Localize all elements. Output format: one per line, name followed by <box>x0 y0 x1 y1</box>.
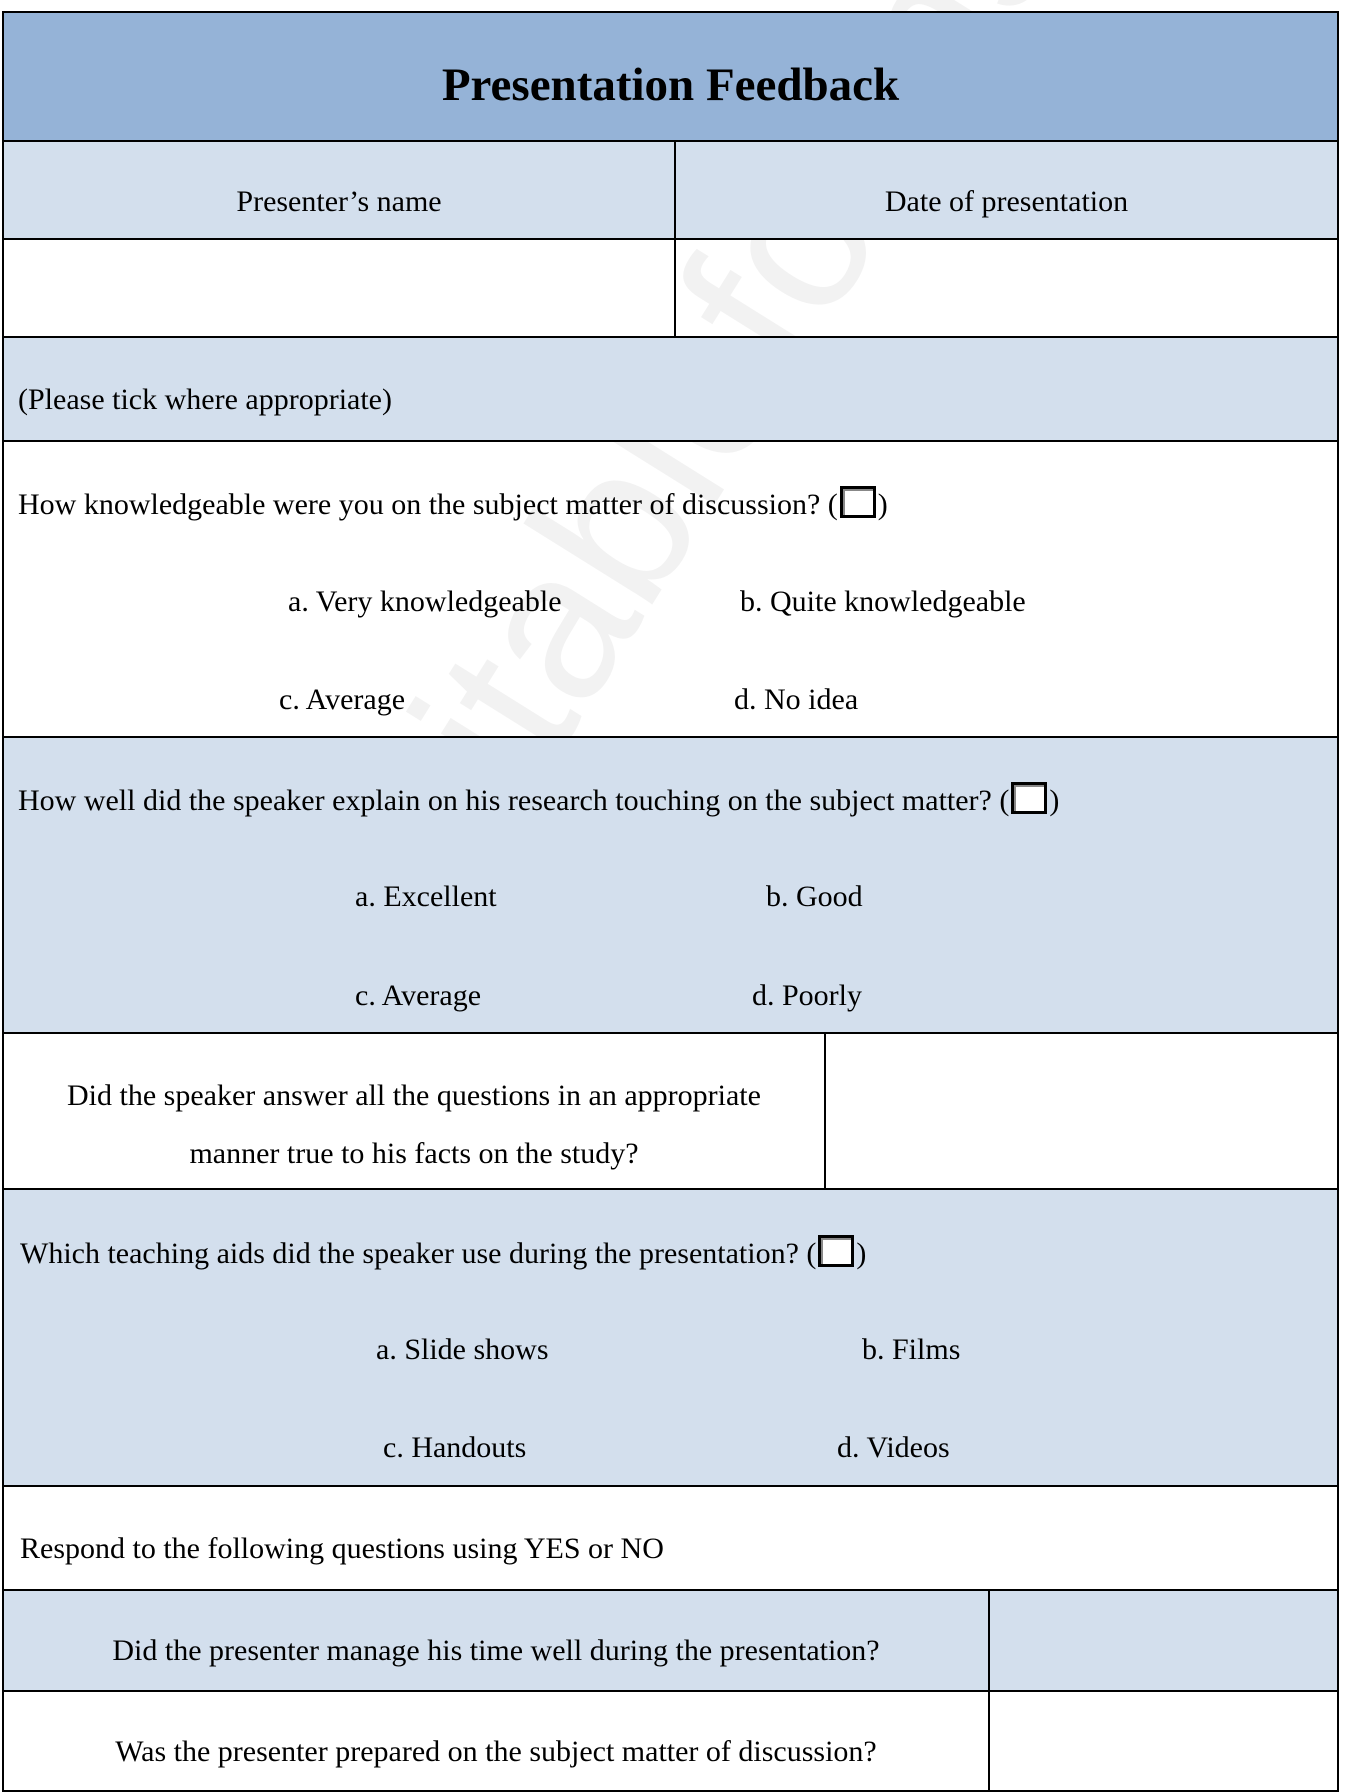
question-2-text: How well did the speaker explain on his … <box>18 782 1060 817</box>
presenter-name-field[interactable] <box>4 240 674 336</box>
option[interactable]: a. Very knowledgeable <box>288 585 562 619</box>
yes-no-question: Did the presenter manage his time well d… <box>112 1634 880 1667</box>
checkbox[interactable] <box>818 1235 855 1267</box>
question-4: Which teaching aids did the speaker use … <box>2 1190 1339 1487</box>
option[interactable]: c. Average <box>355 979 481 1013</box>
option[interactable]: d. No idea <box>734 683 858 717</box>
presenter-name-label: Presenter’s name <box>236 185 442 218</box>
input-row <box>2 240 1339 338</box>
yes-no-row: Was the presenter prepared on the subjec… <box>2 1692 1339 1792</box>
checkbox[interactable] <box>839 486 876 518</box>
option[interactable]: b. Good <box>766 880 863 914</box>
option[interactable]: d. Videos <box>837 1431 950 1465</box>
instruction-row: (Please tick where appropriate) <box>2 338 1339 442</box>
option[interactable]: b. Quite knowledgeable <box>740 585 1026 619</box>
date-field[interactable] <box>676 240 1337 336</box>
yes-no-answer-field[interactable] <box>990 1591 1337 1690</box>
question-3-answer-field[interactable] <box>826 1034 1337 1188</box>
option[interactable]: c. Handouts <box>383 1431 526 1465</box>
question-2: How well did the speaker explain on his … <box>2 738 1339 1034</box>
question-1: How knowledgeable were you on the subjec… <box>2 442 1339 738</box>
option[interactable]: a. Slide shows <box>376 1333 549 1367</box>
yes-no-answer-field[interactable] <box>990 1692 1337 1790</box>
option[interactable]: a. Excellent <box>355 880 497 914</box>
yes-no-heading-row: Respond to the following questions using… <box>2 1487 1339 1591</box>
yes-no-row: Did the presenter manage his time well d… <box>2 1591 1339 1692</box>
question-3-line1: Did the speaker answer all the questions… <box>67 1079 761 1112</box>
date-label: Date of presentation <box>884 185 1129 218</box>
question-1-text: How knowledgeable were you on the subjec… <box>18 486 888 521</box>
question-3: Did the speaker answer all the questions… <box>2 1034 1339 1190</box>
title-bar: Presentation Feedback <box>2 11 1339 142</box>
option[interactable]: b. Films <box>862 1333 960 1367</box>
question-3-line2: manner true to his facts on the study? <box>189 1137 639 1170</box>
instruction-text: (Please tick where appropriate) <box>18 383 392 416</box>
option[interactable]: d. Poorly <box>752 979 862 1013</box>
header-row: Presenter’s name Date of presentation <box>2 142 1339 240</box>
option[interactable]: c. Average <box>279 683 405 717</box>
page-title: Presentation Feedback <box>441 59 900 111</box>
yes-no-heading: Respond to the following questions using… <box>20 1532 664 1565</box>
yes-no-question: Was the presenter prepared on the subjec… <box>115 1735 877 1768</box>
checkbox[interactable] <box>1011 782 1048 814</box>
question-4-text: Which teaching aids did the speaker use … <box>20 1235 867 1270</box>
